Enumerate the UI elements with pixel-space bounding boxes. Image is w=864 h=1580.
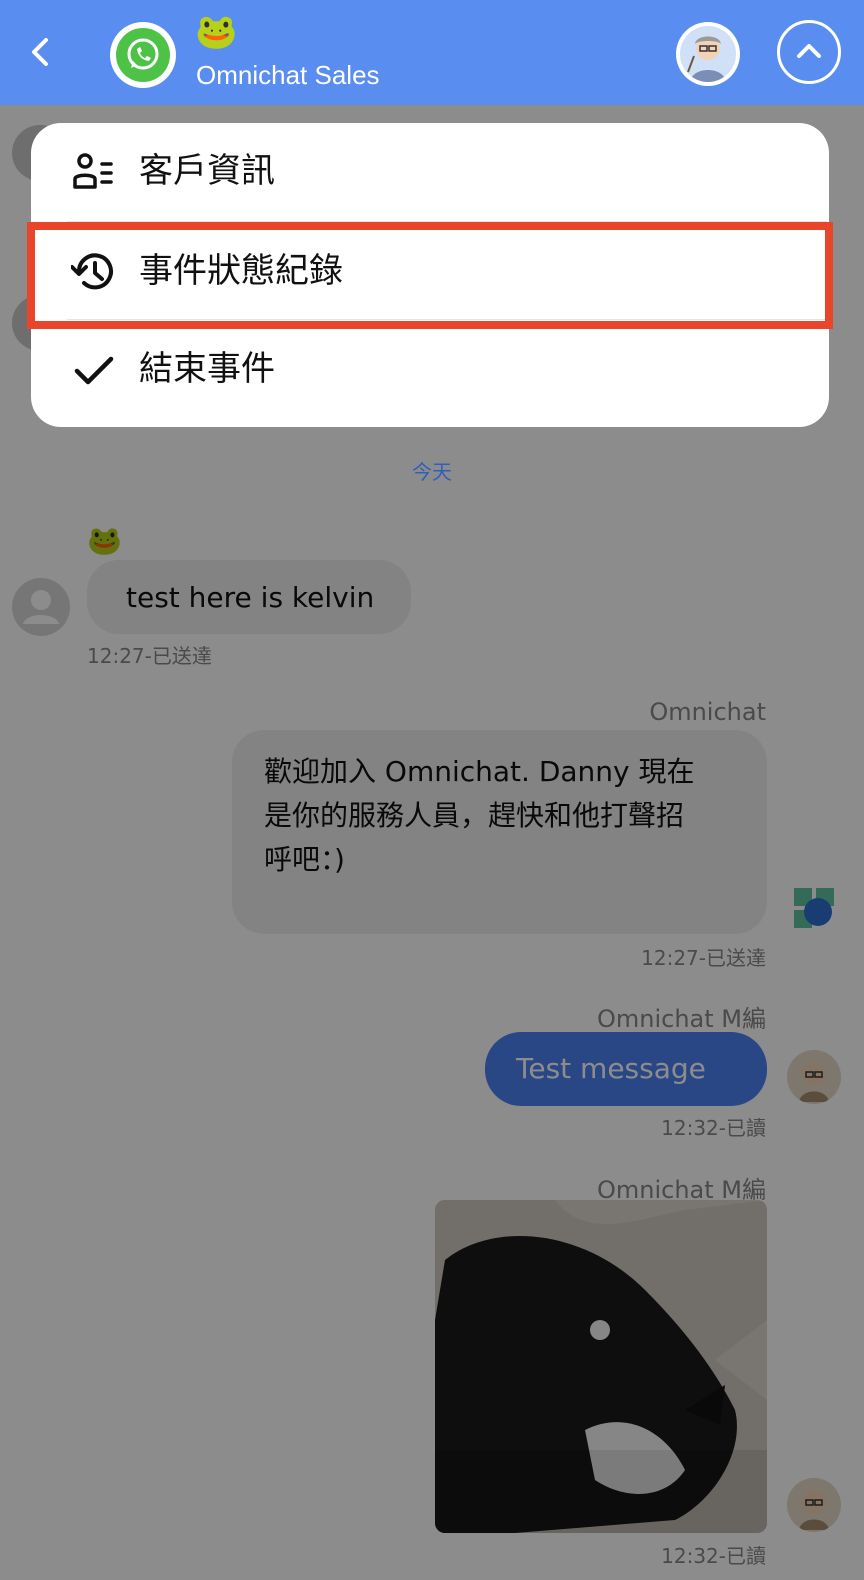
menu-item-close-event[interactable]: 結束事件	[31, 321, 829, 417]
chevron-up-icon	[797, 44, 821, 58]
menu-item-label: 客戶資訊	[139, 151, 275, 191]
chevron-left-icon	[32, 38, 48, 66]
check-icon	[74, 356, 114, 385]
date-divider: 今天	[412, 460, 452, 484]
frog-emoji: 🐸	[195, 12, 238, 52]
contact-info-icon	[73, 153, 113, 189]
menu-item-label: 結束事件	[139, 349, 275, 389]
highlight-box	[27, 222, 833, 329]
chat-header: 🐸 Omnichat Sales	[0, 0, 864, 105]
collapse-button[interactable]	[777, 20, 841, 84]
agent-avatar[interactable]	[676, 22, 740, 86]
channel-name: Omnichat Sales	[196, 60, 380, 90]
menu-item-customer-info[interactable]: 客戶資訊	[31, 123, 829, 219]
whatsapp-icon	[110, 22, 176, 88]
back-button[interactable]	[22, 32, 62, 72]
